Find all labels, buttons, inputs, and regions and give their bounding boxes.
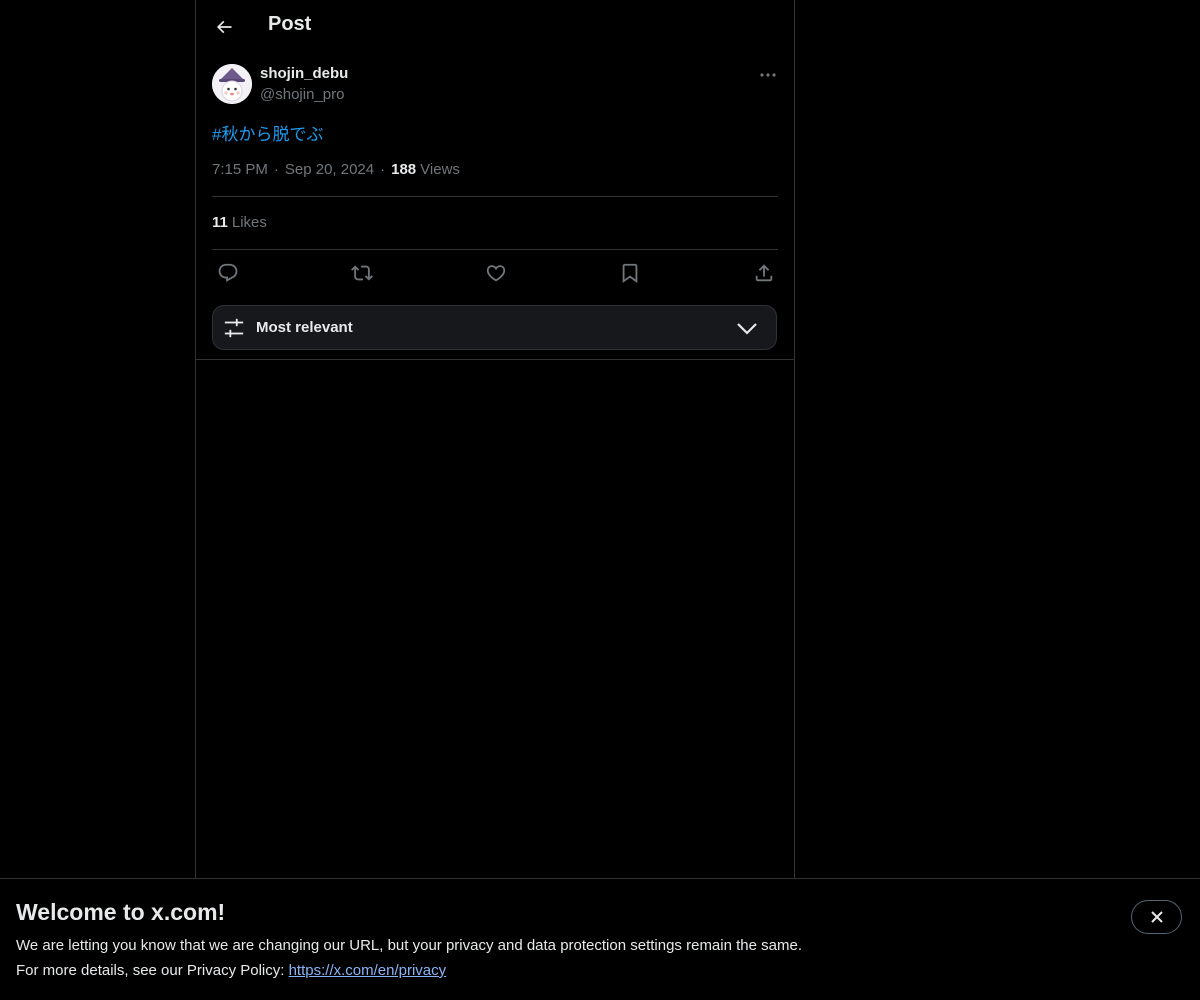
bookmark-button[interactable] xyxy=(615,259,645,287)
privacy-policy-link[interactable]: https://x.com/en/privacy xyxy=(289,962,447,979)
close-icon xyxy=(1150,911,1163,923)
meta-separator: · xyxy=(380,161,386,178)
arrow-left-icon xyxy=(216,20,232,34)
reply-icon xyxy=(218,263,238,282)
views-count: 188 xyxy=(391,161,417,178)
close-banner-button[interactable] xyxy=(1131,900,1182,934)
views-label: Views xyxy=(420,161,460,178)
divider xyxy=(212,196,778,197)
share-icon xyxy=(755,264,773,282)
divider xyxy=(212,249,778,250)
chevron-down-icon xyxy=(737,323,757,335)
like-icon xyxy=(486,265,506,282)
share-button[interactable] xyxy=(749,259,779,287)
likes-label: Likes xyxy=(231,214,267,231)
banner-title: Welcome to x.com! xyxy=(16,899,226,925)
like-button[interactable] xyxy=(481,259,511,287)
meta-separator: · xyxy=(273,161,279,178)
likes-link[interactable]: 11 Likes xyxy=(212,214,267,231)
banner-details: For more details, see our Privacy Policy… xyxy=(16,962,446,979)
post-date[interactable]: Sep 20, 2024 xyxy=(285,161,374,178)
banner-message: We are letting you know that we are chan… xyxy=(16,937,802,954)
post-column: Post shojin_debu @shojin_pro #秋から脱でぶ 7:1… xyxy=(195,0,795,878)
page-title: Post xyxy=(268,13,312,35)
more-dots-icon xyxy=(760,73,776,77)
avatar[interactable] xyxy=(212,64,252,104)
sort-label: Most relevant xyxy=(256,319,353,336)
post-time[interactable]: 7:15 PM xyxy=(212,161,268,178)
post-metadata: 7:15 PM · Sep 20, 2024 · 188 Views xyxy=(212,161,460,178)
avatar-image xyxy=(212,64,252,104)
sort-replies-dropdown[interactable]: Most relevant xyxy=(212,305,777,350)
welcome-banner: Welcome to x.com! We are letting you kno… xyxy=(0,878,1200,1000)
bookmark-icon xyxy=(622,263,638,284)
post-hashtag-link[interactable]: #秋から脱でぶ xyxy=(212,120,323,145)
post-header: Post xyxy=(196,0,794,54)
back-button[interactable] xyxy=(206,9,242,45)
sliders-icon xyxy=(224,318,244,338)
repost-button[interactable] xyxy=(347,259,377,287)
likes-count: 11 xyxy=(212,214,228,231)
divider xyxy=(196,359,794,360)
author-handle[interactable]: @shojin_pro xyxy=(260,86,344,103)
author-display-name[interactable]: shojin_debu xyxy=(260,65,348,82)
reply-button[interactable] xyxy=(213,259,243,287)
more-options-button[interactable] xyxy=(752,61,784,89)
repost-icon xyxy=(351,265,373,281)
banner-details-text: For more details, see our Privacy Policy… xyxy=(16,962,289,979)
